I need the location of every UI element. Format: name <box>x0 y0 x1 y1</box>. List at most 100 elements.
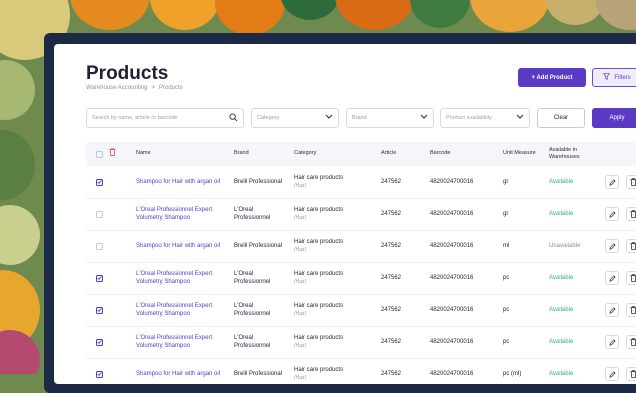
edit-cell <box>605 230 619 262</box>
row-checkbox[interactable] <box>96 371 103 378</box>
row-checkbox[interactable] <box>96 275 103 282</box>
table-row[interactable]: L'Oreal Professionnel Expert Volumetry S… <box>86 262 636 295</box>
breadcrumb-item-warehouse[interactable]: Warehouse Accounting <box>86 85 147 91</box>
category-cell: Hair care products(Hair) <box>294 166 374 198</box>
unit-cell: ml <box>503 230 509 262</box>
brand-value: L'Oreal Professionnel <box>234 206 286 223</box>
row-checkbox[interactable] <box>96 243 103 250</box>
unit-cell: pc <box>503 326 509 358</box>
delete-button[interactable] <box>626 207 636 221</box>
delete-button[interactable] <box>626 303 636 317</box>
search-icon <box>229 113 238 124</box>
subcategory-value: (Hair) <box>294 279 343 286</box>
chevron-down-icon <box>516 114 524 122</box>
delete-button[interactable] <box>626 175 636 189</box>
header-name[interactable]: Name <box>136 142 151 166</box>
select-all-checkbox[interactable] <box>96 151 103 158</box>
header-category[interactable]: Category <box>294 142 316 166</box>
product-name-link[interactable]: L'Oreal Professionnel Expert Volumetry S… <box>136 206 226 223</box>
category-cell: Hair care products(Hair) <box>294 230 374 262</box>
pencil-icon <box>609 275 616 282</box>
row-select-cell <box>96 166 103 198</box>
delete-button[interactable] <box>626 239 636 253</box>
row-select-cell <box>96 294 103 326</box>
header-article[interactable]: Article <box>381 142 396 166</box>
product-name-link[interactable]: Shampoo for Hair with argan oil <box>136 242 220 250</box>
delete-button[interactable] <box>626 271 636 285</box>
checkmark-icon <box>97 180 102 184</box>
edit-button[interactable] <box>605 335 619 349</box>
edit-button[interactable] <box>605 239 619 253</box>
product-name-link[interactable]: L'Oreal Professionnel Expert Volumetry S… <box>136 334 226 351</box>
product-name-link[interactable]: L'Oreal Professionnel Expert Volumetry S… <box>136 270 226 287</box>
table-header: Name Brand Category Article Barcode Unit… <box>86 142 636 166</box>
table-row[interactable]: L'Oreal Professionnel Expert Volumetry S… <box>86 326 636 359</box>
status-badge: Unavailable <box>549 242 580 250</box>
add-product-button[interactable]: + Add Product <box>518 68 586 87</box>
pencil-icon <box>609 339 616 346</box>
row-select-cell <box>96 262 103 294</box>
brand-cell: Brelil Professional <box>234 358 286 384</box>
filters-button[interactable]: Filters <box>592 68 636 87</box>
category-value: Hair care products <box>294 270 343 278</box>
unit-cell: pc <box>503 262 509 294</box>
article-value: 247562 <box>381 242 401 250</box>
table-row[interactable]: Shampoo for Hair with argan oilBrelil Pr… <box>86 230 636 263</box>
barcode-cell: 4820024700016 <box>430 358 473 384</box>
header-available[interactable]: Available in Warehouses <box>549 142 597 166</box>
status-badge: Available <box>549 210 573 218</box>
unit-cell: pc (ml) <box>503 358 521 384</box>
trash-icon <box>630 178 636 186</box>
product-name-link[interactable]: L'Oreal Professionnel Expert Volumetry S… <box>136 302 226 319</box>
category-cell: Hair care products(Hair) <box>294 358 374 384</box>
category-select[interactable]: Category <box>251 108 339 128</box>
table-row[interactable]: Shampoo for Hair with argan oilBrelil Pr… <box>86 166 636 199</box>
edit-cell <box>605 294 619 326</box>
brand-cell: L'Oreal Professionnel <box>234 262 286 294</box>
availability-select-label: Product availability <box>446 115 492 121</box>
header-unit[interactable]: Unit Measure <box>503 142 539 166</box>
header-barcode[interactable]: Barcode <box>430 142 451 166</box>
table-row[interactable]: Shampoo for Hair with argan oilBrelil Pr… <box>86 358 636 384</box>
availability-select[interactable]: Product availability <box>440 108 530 128</box>
select-all-cell <box>96 142 103 166</box>
product-name-link[interactable]: Shampoo for Hair with argan oil <box>136 178 220 186</box>
apply-button[interactable]: Apply <box>592 108 636 128</box>
row-checkbox[interactable] <box>96 179 103 186</box>
brand-select[interactable]: Brand <box>346 108 434 128</box>
category-value: Hair care products <box>294 366 343 374</box>
delete-cell <box>626 326 636 358</box>
article-cell: 247562 <box>381 230 401 262</box>
edit-button[interactable] <box>605 175 619 189</box>
filter-icon <box>603 73 610 82</box>
clear-button[interactable]: Clear <box>537 108 585 128</box>
table-row[interactable]: L'Oreal Professionnel Expert Volumetry S… <box>86 294 636 327</box>
edit-button[interactable] <box>605 271 619 285</box>
subcategory-value: (Hair) <box>294 311 343 318</box>
delete-button[interactable] <box>626 335 636 349</box>
delete-button[interactable] <box>626 367 636 381</box>
edit-button[interactable] <box>605 367 619 381</box>
table-row[interactable]: L'Oreal Professionnel Expert Volumetry S… <box>86 198 636 231</box>
row-select-cell <box>96 358 103 384</box>
subcategory-value: (Hair) <box>294 375 343 382</box>
unit-cell: gr <box>503 166 508 198</box>
unit-value: pc <box>503 338 509 346</box>
edit-button[interactable] <box>605 207 619 221</box>
trash-icon[interactable] <box>109 148 116 159</box>
article-value: 247562 <box>381 338 401 346</box>
row-checkbox[interactable] <box>96 211 103 218</box>
status-badge: Available <box>549 338 573 346</box>
row-checkbox[interactable] <box>96 307 103 314</box>
header-brand[interactable]: Brand <box>234 142 249 166</box>
edit-button[interactable] <box>605 303 619 317</box>
brand-cell: L'Oreal Professionnel <box>234 294 286 326</box>
breadcrumb-separator: > <box>151 85 155 91</box>
pencil-icon <box>609 307 616 314</box>
filters-label: Filters <box>614 75 630 81</box>
row-checkbox[interactable] <box>96 339 103 346</box>
search-input[interactable]: Search by name, article or barcode <box>86 108 244 128</box>
unit-value: gr <box>503 178 508 186</box>
delete-cell <box>626 294 636 326</box>
availability-cell: Available <box>549 198 573 230</box>
